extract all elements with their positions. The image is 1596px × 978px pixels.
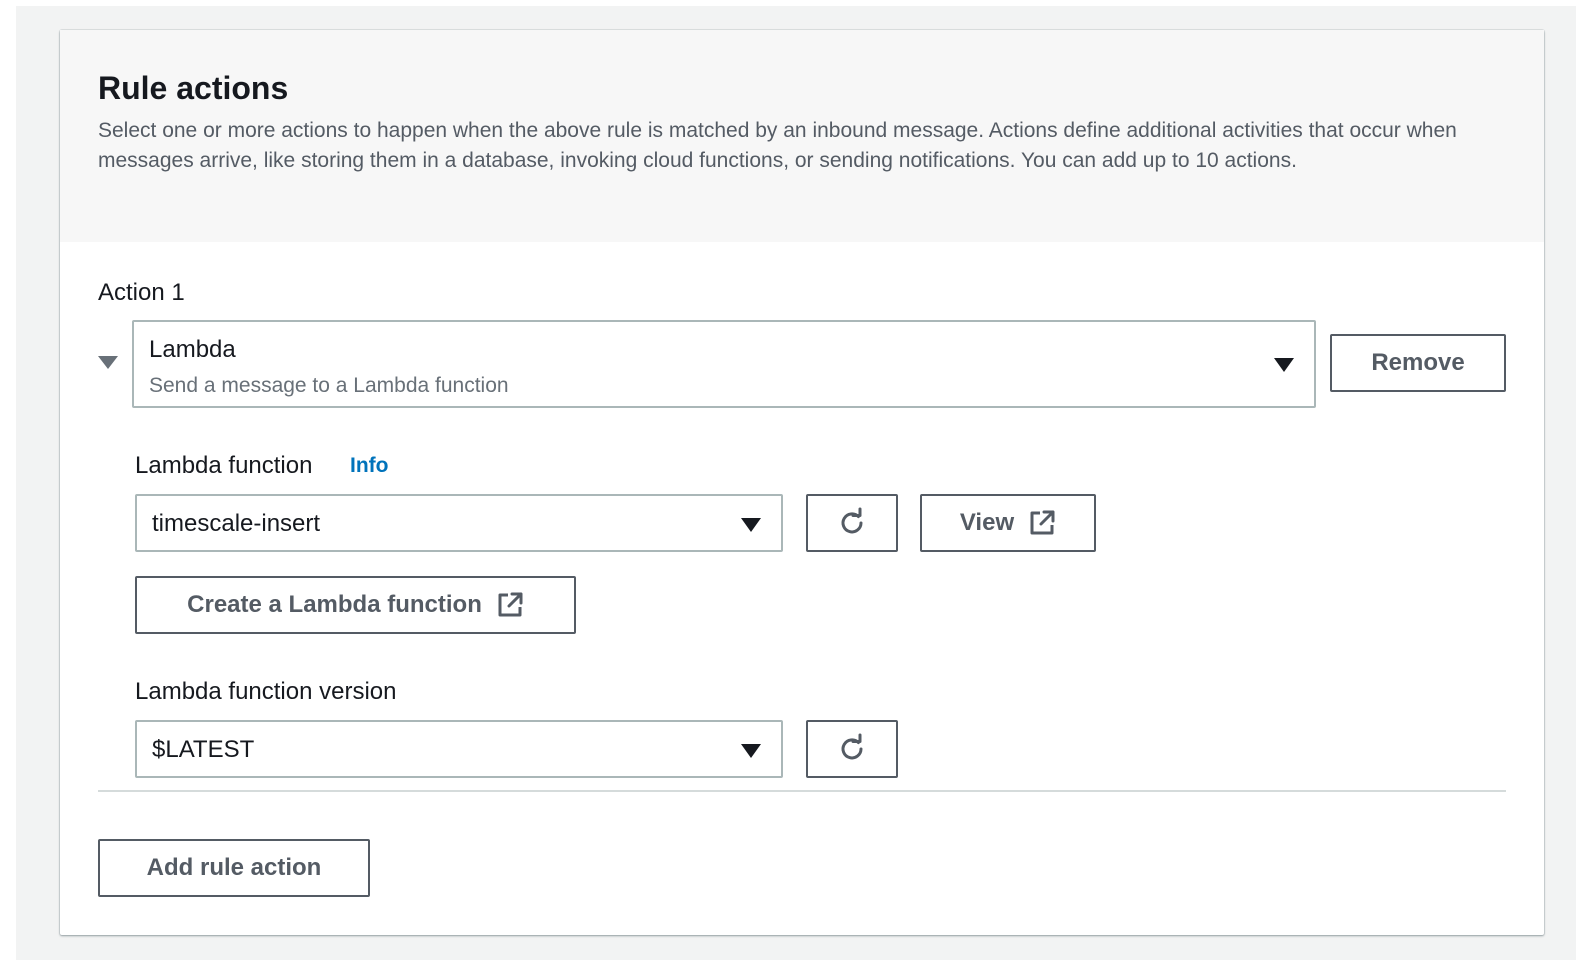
view-function-button[interactable]: View <box>920 494 1096 552</box>
lambda-version-label: Lambda function version <box>135 678 397 705</box>
panel-title: Rule actions <box>98 70 289 106</box>
rule-actions-panel: Rule actions Select one or more actions … <box>60 30 1544 935</box>
action-type-description: Send a message to a Lambda function <box>149 374 509 397</box>
caret-down-icon <box>741 744 761 758</box>
lambda-version-value: $LATEST <box>152 736 255 763</box>
create-lambda-function-button[interactable]: Create a Lambda function <box>135 576 576 634</box>
panel-header: Rule actions Select one or more actions … <box>60 30 1544 242</box>
add-rule-action-label: Add rule action <box>146 854 322 881</box>
external-link-icon <box>498 592 523 617</box>
caret-down-icon <box>1274 358 1294 372</box>
action-label: Action 1 <box>98 279 185 306</box>
lambda-function-select[interactable]: timescale-insert <box>135 494 783 552</box>
view-button-label: View <box>959 509 1015 536</box>
action-type-select[interactable]: Lambda Send a message to a Lambda functi… <box>132 320 1316 408</box>
refresh-versions-button[interactable] <box>806 720 898 778</box>
refresh-functions-button[interactable] <box>806 494 898 552</box>
info-link[interactable]: Info <box>350 454 388 478</box>
lambda-function-label: Lambda function <box>135 452 313 479</box>
lambda-function-value: timescale-insert <box>152 510 321 537</box>
action-type-value: Lambda <box>149 336 236 363</box>
divider <box>98 790 1506 792</box>
lambda-version-select[interactable]: $LATEST <box>135 720 783 778</box>
add-rule-action-button[interactable]: Add rule action <box>98 839 370 897</box>
refresh-icon <box>841 507 863 534</box>
refresh-icon <box>841 733 863 760</box>
collapse-caret-icon[interactable] <box>98 356 118 369</box>
remove-button-label: Remove <box>1371 349 1465 376</box>
remove-button[interactable]: Remove <box>1330 334 1506 392</box>
caret-down-icon <box>741 518 761 532</box>
create-button-label: Create a Lambda function <box>187 591 482 618</box>
external-link-icon <box>1030 510 1055 535</box>
panel-description: Select one or more actions to happen whe… <box>98 119 1457 172</box>
